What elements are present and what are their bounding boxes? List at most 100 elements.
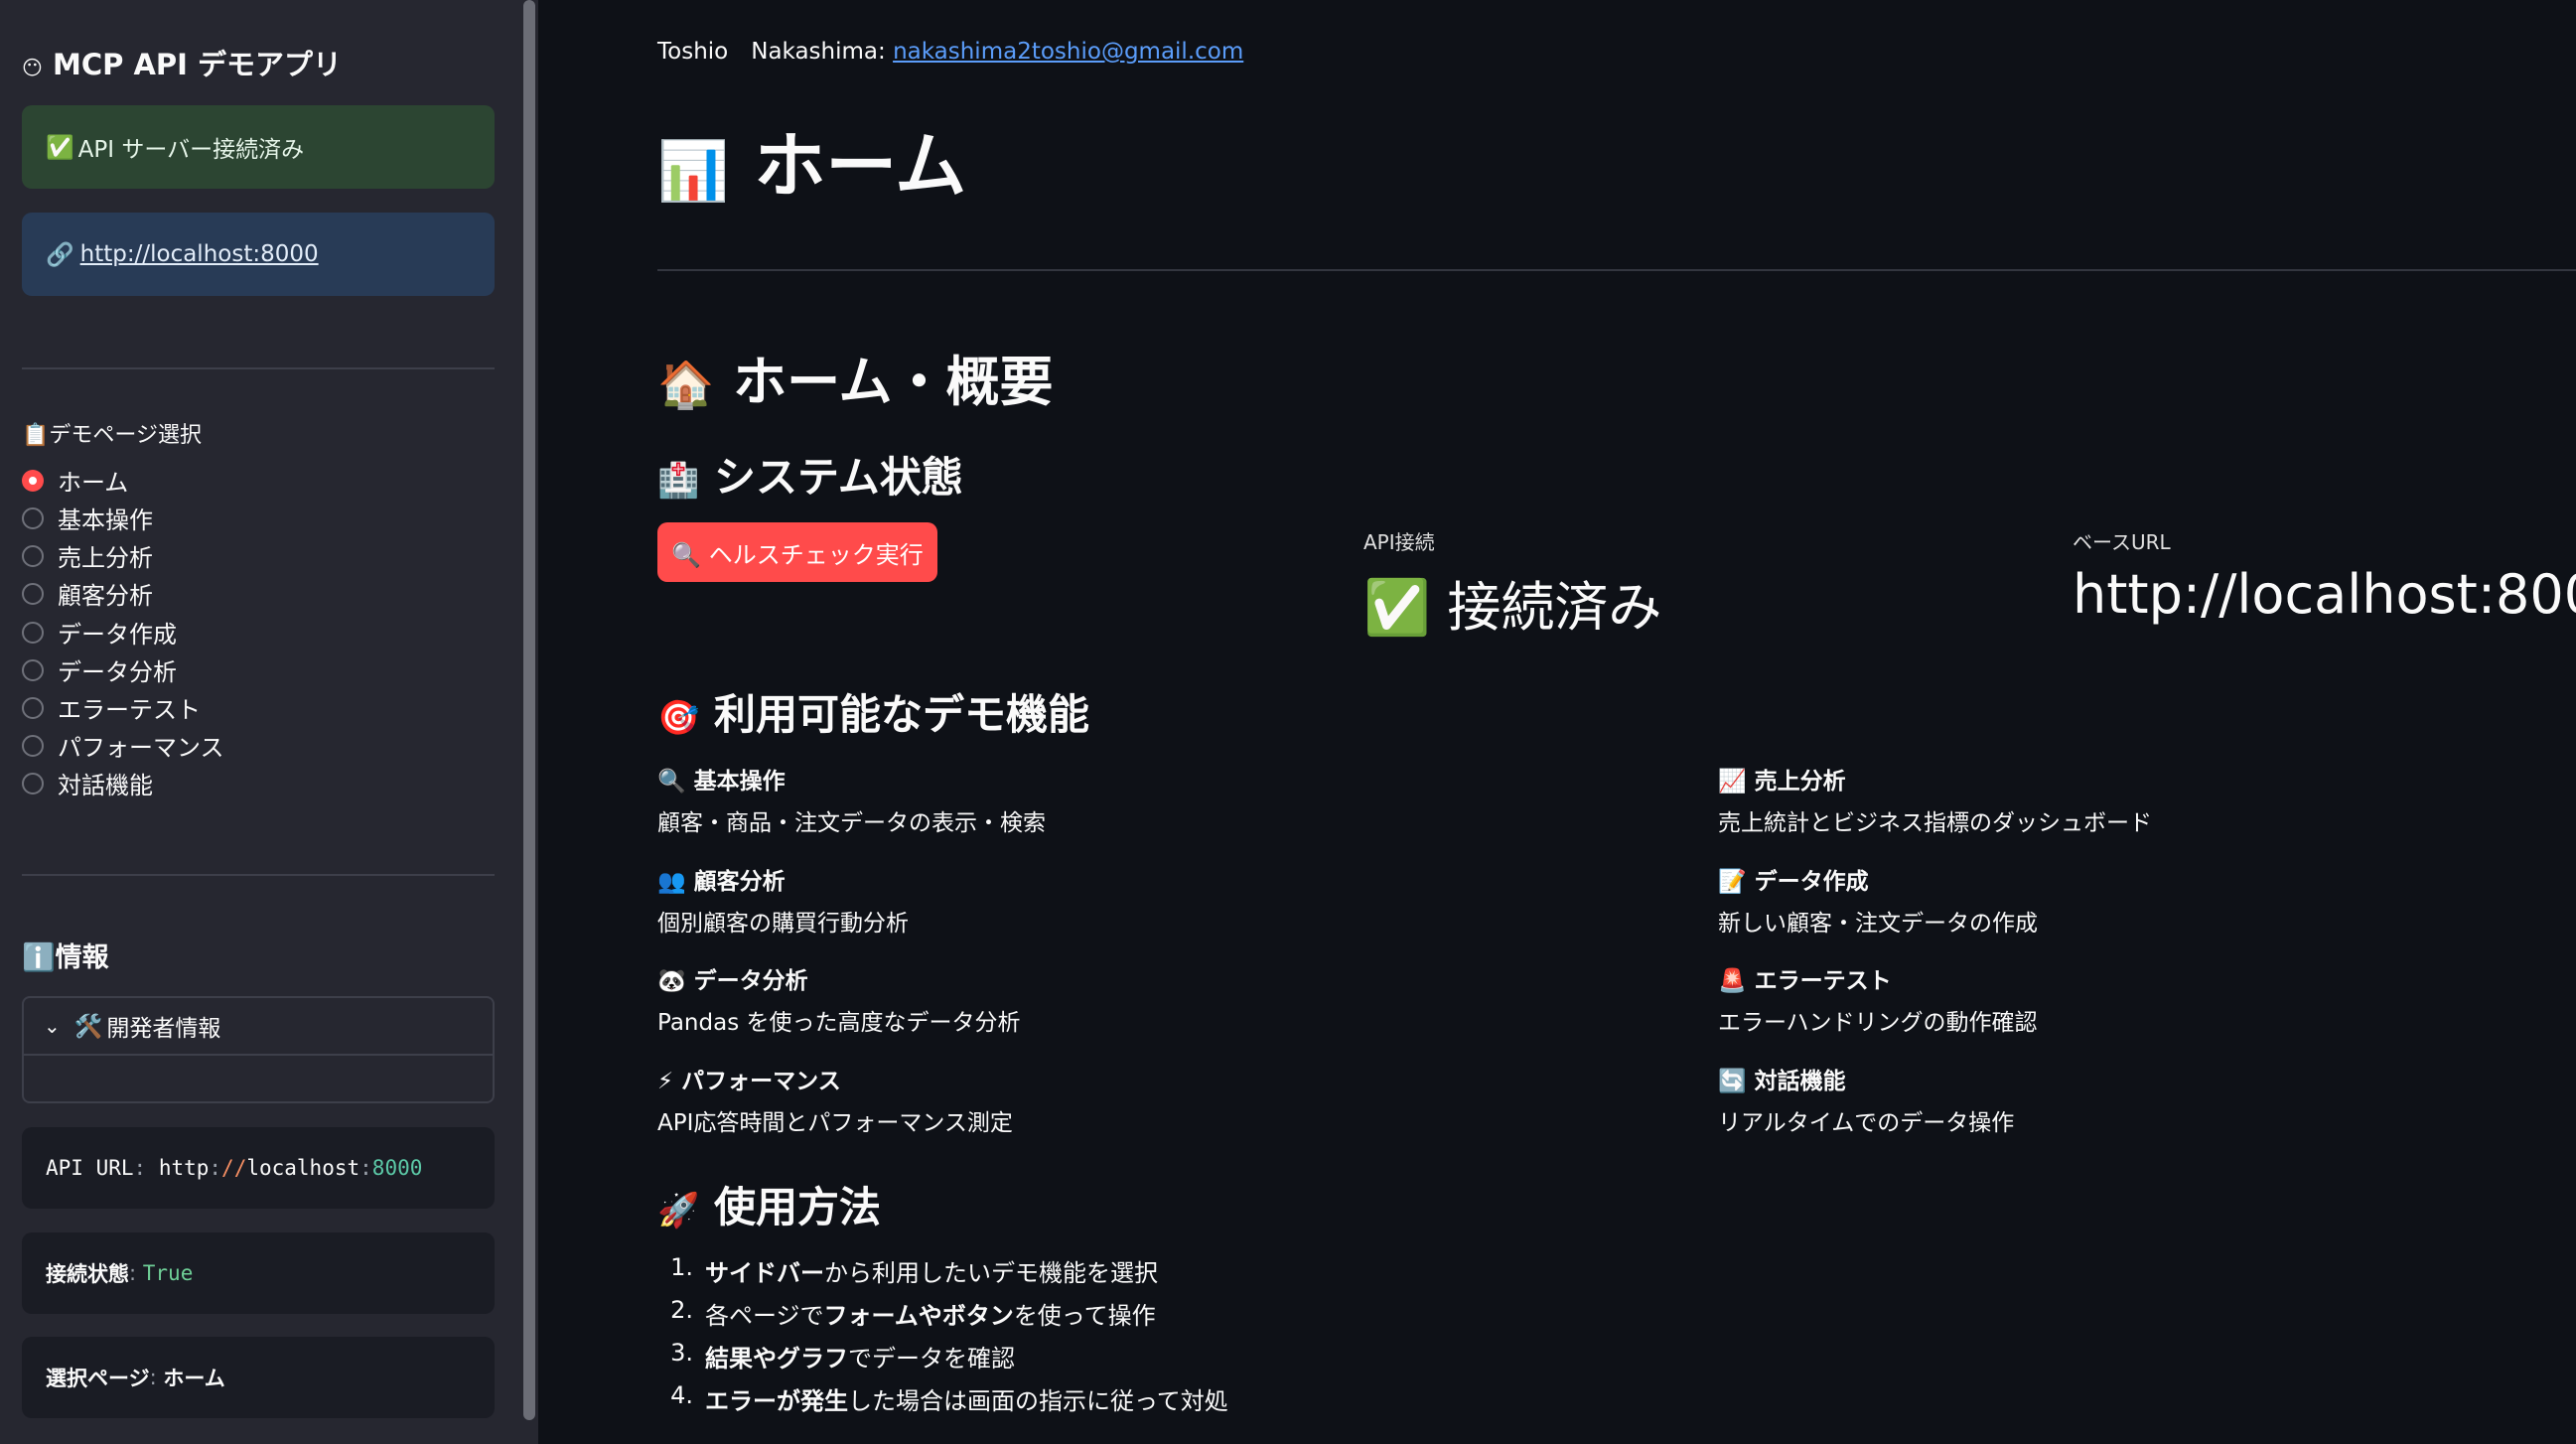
- chart-up-icon: 📈: [1718, 769, 1747, 794]
- page-title-text: ホーム: [754, 124, 967, 208]
- people-icon: 👥: [657, 869, 686, 895]
- info-heading: ℹ️情報: [22, 936, 109, 974]
- radio-unselected-icon[interactable]: [22, 772, 44, 794]
- feature-desc: 顧客・商品・注文データの表示・検索: [657, 810, 1046, 836]
- overview-heading-text: ホーム・概要: [733, 351, 1054, 413]
- radio-option-home[interactable]: ホーム: [22, 463, 128, 498]
- radio-unselected-icon[interactable]: [22, 696, 44, 719]
- author-line: Toshio Nakashima: nakashima2toshio@gmail…: [657, 32, 1243, 66]
- feature-item: 🚨 エラーテスト エラーハンドリングの動作確認: [1718, 961, 2038, 1037]
- feature-title: 📝 データ作成: [1718, 862, 2038, 896]
- feature-item: 📝 データ作成 新しい顧客・注文データの作成: [1718, 862, 2038, 938]
- step-text: でデータを確認: [848, 1345, 1015, 1372]
- house-icon: 🏠: [657, 358, 715, 411]
- server-url-alert: 🔗 http://localhost:8000: [22, 213, 495, 296]
- usage-heading: 🚀 使用方法: [657, 1174, 881, 1234]
- server-url-link[interactable]: http://localhost:8000: [80, 241, 319, 267]
- radio-unselected-icon[interactable]: [22, 621, 44, 644]
- main-divider: [657, 269, 2576, 271]
- step-bold: サイドバー: [705, 1259, 824, 1287]
- feature-desc: エラーハンドリングの動作確認: [1718, 1010, 2038, 1036]
- radio-option-label: 顧客分析: [58, 582, 153, 610]
- tools-icon: 🛠️: [73, 1013, 103, 1040]
- feature-title: 🔍 基本操作: [657, 762, 1046, 795]
- feature-title-text: 売上分析: [1754, 769, 1846, 794]
- radio-unselected-icon[interactable]: [22, 734, 44, 757]
- api-url-key: API URL: [46, 1156, 134, 1180]
- step-bold: 結果やグラフ: [705, 1345, 848, 1372]
- usage-heading-text: 使用方法: [713, 1183, 881, 1231]
- feature-item: 🐼 データ分析 Pandas を使った高度なデータ分析: [657, 961, 1021, 1037]
- target-icon: 🎯: [657, 698, 700, 738]
- radio-unselected-icon[interactable]: [22, 506, 44, 529]
- memo-icon: 📝: [1718, 869, 1747, 895]
- feature-title-text: 顧客分析: [693, 869, 786, 895]
- list-item: 4. エラーが発生 した場合は画面の指示に従って対処: [657, 1381, 1228, 1424]
- step-bold: エラーが発生: [705, 1387, 848, 1415]
- page-title: 📊 ホーム: [657, 107, 966, 212]
- system-status-heading: 🏥 システム状態: [657, 444, 963, 505]
- page-value: ホーム: [163, 1367, 225, 1390]
- health-check-button[interactable]: 🔍 ヘルスチェック実行: [657, 522, 937, 582]
- feature-title: 🐼 データ分析: [657, 961, 1021, 995]
- api-url-host: localhost: [246, 1156, 360, 1180]
- radio-option-label: パフォーマンス: [58, 734, 224, 762]
- magnifier-icon: 🔍: [657, 769, 686, 794]
- radio-option-sales[interactable]: 売上分析: [22, 538, 153, 573]
- author-name: Toshio Nakashima:: [657, 39, 886, 65]
- radio-option-customer[interactable]: 顧客分析: [22, 576, 153, 611]
- hospital-icon: 🏥: [657, 461, 700, 501]
- siren-icon: 🚨: [1718, 968, 1747, 994]
- metric-api-label: API接続: [1363, 530, 1435, 554]
- radio-unselected-icon[interactable]: [22, 582, 44, 605]
- chevron-down-icon: ⌄: [44, 1014, 61, 1038]
- sidebar: 😶 MCP API デモアプリ ✅ API サーバー接続済み 🔗 http://…: [0, 0, 520, 1444]
- radio-unselected-icon[interactable]: [22, 544, 44, 567]
- radio-option-dialog[interactable]: 対話機能: [22, 766, 153, 800]
- radio-option-label: データ分析: [58, 658, 177, 686]
- author-email-link[interactable]: nakashima2toshio@gmail.com: [893, 39, 1243, 65]
- step-pre: 各ページで: [705, 1302, 824, 1330]
- expander-label: 開発者情報: [106, 1016, 221, 1042]
- radio-selected-icon[interactable]: [22, 469, 44, 492]
- step-text: を使って操作: [1013, 1302, 1156, 1330]
- conn-key: 接続状態: [46, 1262, 129, 1286]
- feature-item: ⚡ パフォーマンス API応答時間とパフォーマンス測定: [657, 1062, 1013, 1137]
- radio-option-error[interactable]: エラーテスト: [22, 690, 201, 725]
- feature-title: 📈 売上分析: [1718, 762, 2152, 795]
- list-item: 1. サイドバー から利用したいデモ機能を選択: [657, 1253, 1228, 1296]
- sidebar-divider: [22, 874, 495, 876]
- api-url-code: API URL: http://localhost:8000: [22, 1127, 495, 1209]
- radio-unselected-icon[interactable]: [22, 658, 44, 681]
- radio-option-basic[interactable]: 基本操作: [22, 501, 153, 535]
- system-status-heading-text: システム状態: [713, 453, 963, 502]
- radio-option-analysis[interactable]: データ分析: [22, 652, 177, 687]
- step-number: 2.: [670, 1296, 693, 1324]
- connection-state-code: 接続状態: True: [22, 1232, 495, 1314]
- step-bold: フォームやボタン: [823, 1302, 1014, 1330]
- scrollbar-thumb[interactable]: [523, 0, 535, 1420]
- link-icon: 🔗: [46, 241, 74, 268]
- radio-option-performance[interactable]: パフォーマンス: [22, 728, 224, 763]
- feature-item: 📈 売上分析 売上統計とビジネス指標のダッシュボード: [1718, 762, 2152, 837]
- conn-value: True: [142, 1261, 194, 1285]
- radio-option-label: 売上分析: [58, 544, 153, 572]
- feature-desc: 売上統計とビジネス指標のダッシュボード: [1718, 810, 2152, 836]
- lightning-icon: ⚡: [657, 1069, 674, 1094]
- step-number: 4.: [670, 1381, 693, 1409]
- sidebar-scrollbar[interactable]: [520, 0, 538, 1444]
- feature-title: ⚡ パフォーマンス: [657, 1062, 1013, 1095]
- expander-header[interactable]: ⌄ 🛠️ 開発者情報: [24, 998, 493, 1056]
- sidebar-title-text: MCP API デモアプリ: [52, 48, 343, 81]
- step-text: から利用したいデモ機能を選択: [824, 1259, 1158, 1287]
- feature-desc: Pandas を使った高度なデータ分析: [657, 1010, 1021, 1036]
- radio-option-label: エラーテスト: [58, 696, 201, 724]
- overview-heading: 🏠 ホーム・概要: [657, 338, 1053, 416]
- usage-steps-list: 1. サイドバー から利用したいデモ機能を選択 2. 各ページで フォームやボタンを…: [657, 1253, 1228, 1424]
- developer-info-expander[interactable]: ⌄ 🛠️ 開発者情報: [22, 996, 495, 1103]
- feature-title: 👥 顧客分析: [657, 862, 909, 896]
- list-item: 2. 各ページで フォームやボタン を使って操作: [657, 1296, 1228, 1339]
- radio-option-create[interactable]: データ作成: [22, 615, 177, 650]
- feature-item: 👥 顧客分析 個別顧客の購買行動分析: [657, 862, 909, 938]
- feature-title-text: エラーテスト: [1754, 968, 1892, 994]
